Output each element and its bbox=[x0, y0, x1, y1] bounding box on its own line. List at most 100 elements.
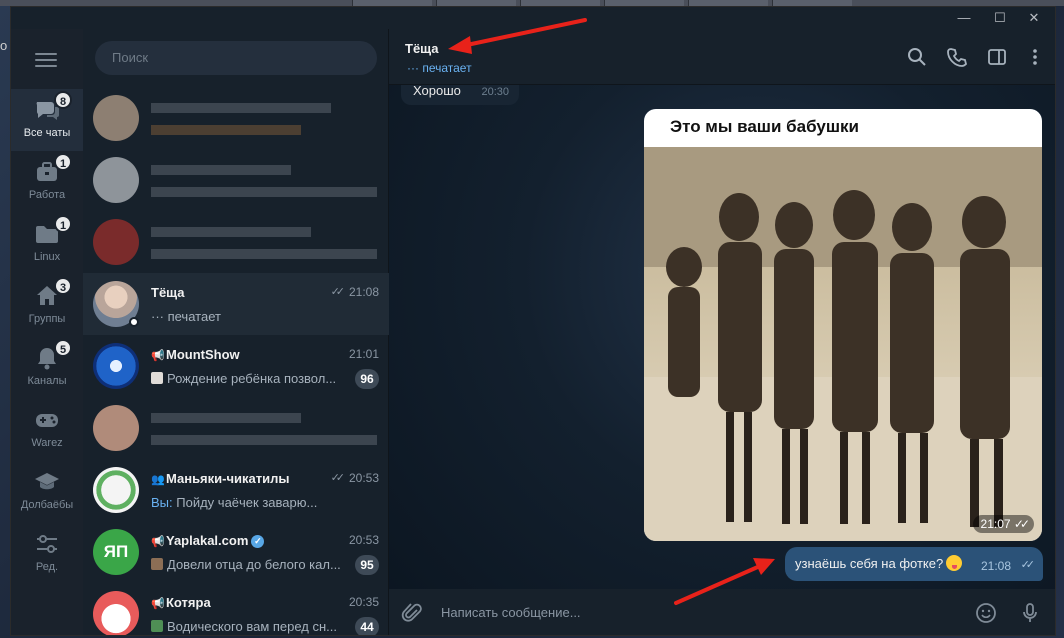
read-ticks-icon: ✓✓ bbox=[330, 472, 346, 484]
minimize-button[interactable]: — bbox=[949, 9, 979, 27]
folders-sidebar: 8 Все чаты 1 Работа 1 Linux 3 Группы 5 К… bbox=[11, 29, 83, 635]
chat-preview: ··· печатает bbox=[151, 309, 221, 324]
close-button[interactable]: ✕ bbox=[1019, 9, 1049, 27]
chat-item-mother-in-law[interactable]: Тёща ✓✓ 21:08 ··· печатает bbox=[83, 273, 389, 335]
menu-icon[interactable] bbox=[35, 53, 57, 67]
phone-icon[interactable] bbox=[947, 47, 967, 67]
folder-badge: 5 bbox=[54, 339, 72, 357]
folder-edit[interactable]: Ред. bbox=[11, 523, 83, 585]
chat-title[interactable]: Тёща bbox=[405, 41, 439, 56]
message-composer: Написать сообщение... bbox=[389, 589, 1055, 635]
chat-time: 20:35 bbox=[348, 595, 379, 609]
list-item-blurred[interactable] bbox=[83, 87, 389, 149]
graduation-cap-icon bbox=[34, 469, 60, 495]
unread-count: 44 bbox=[355, 617, 379, 635]
folder-all-chats[interactable]: 8 Все чаты bbox=[11, 89, 83, 151]
photo-message[interactable]: Это мы ваши бабушки 21:07 ✓✓ bbox=[644, 109, 1042, 541]
chat-name: Тёща bbox=[151, 285, 185, 300]
chat-time: 21:01 bbox=[348, 347, 379, 361]
avatar bbox=[93, 95, 139, 141]
folder-channels[interactable]: 5 Каналы bbox=[11, 337, 83, 399]
chat-name: 📢MountShow bbox=[151, 347, 240, 362]
bell-icon: 5 bbox=[34, 339, 72, 371]
message-input[interactable]: Написать сообщение... bbox=[441, 605, 581, 620]
avatar bbox=[93, 343, 139, 389]
folder-custom[interactable]: Долбаёбы bbox=[11, 461, 83, 523]
list-item-blurred[interactable] bbox=[83, 211, 389, 273]
chat-preview: Довели отца до белого кал... bbox=[151, 557, 351, 572]
unread-count: 96 bbox=[355, 369, 379, 389]
read-ticks-icon: ✓✓ bbox=[1020, 559, 1036, 571]
megaphone-icon: 📢 bbox=[151, 536, 165, 548]
chat-item-yaplakal[interactable]: ЯП 📢Yaplakal.com ✓ 20:53 Довели отца до б… bbox=[83, 521, 389, 583]
gamepad-icon bbox=[34, 407, 60, 433]
chat-header: Тёща ··· печатает bbox=[389, 29, 1055, 85]
folder-label: Ред. bbox=[35, 561, 59, 573]
folder-label: Каналы bbox=[27, 375, 67, 387]
read-ticks-icon: ✓✓ bbox=[330, 286, 346, 298]
chat-item-kotyara[interactable]: 📢Котяра 20:35 Водического вам перед сн..… bbox=[83, 583, 389, 635]
search-input[interactable]: Поиск bbox=[95, 41, 377, 75]
desktop-edge-text: о bbox=[0, 38, 8, 53]
emoji-icon[interactable] bbox=[975, 602, 997, 624]
chat-name: 📢Котяра bbox=[151, 595, 211, 610]
folder-badge: 1 bbox=[54, 215, 72, 233]
microphone-icon[interactable] bbox=[1019, 602, 1041, 624]
outgoing-message[interactable]: узнаёшь себя на фотке? 21:08 ✓✓ bbox=[785, 547, 1043, 581]
folder-warez[interactable]: Warez bbox=[11, 399, 83, 461]
telegram-window: — ☐ ✕ 8 Все чаты 1 Работа 1 Linux 3 Груп… bbox=[10, 6, 1056, 636]
message-time: 21:07 ✓✓ bbox=[972, 515, 1034, 533]
avatar: ЯП bbox=[93, 529, 139, 575]
avatar bbox=[93, 467, 139, 513]
folder-label: Linux bbox=[33, 251, 61, 263]
chat-time: 20:53 bbox=[348, 471, 379, 485]
sidebar-toggle-icon[interactable] bbox=[987, 47, 1007, 67]
paperclip-icon[interactable] bbox=[401, 602, 423, 624]
list-item-blurred[interactable] bbox=[83, 149, 389, 211]
megaphone-icon: 📢 bbox=[151, 350, 165, 362]
avatar bbox=[93, 591, 139, 635]
folder-label: Долбаёбы bbox=[20, 499, 74, 511]
search-icon[interactable] bbox=[907, 47, 927, 67]
media-thumbnail bbox=[151, 558, 163, 570]
message-text: узнаёшь себя на фотке? bbox=[795, 556, 944, 571]
meme-photo[interactable] bbox=[644, 147, 1042, 541]
briefcase-icon: 1 bbox=[34, 153, 72, 185]
avatar bbox=[93, 219, 139, 265]
titlebar: — ☐ ✕ bbox=[11, 7, 1055, 29]
sliders-icon bbox=[34, 531, 60, 557]
maximize-button[interactable]: ☐ bbox=[985, 9, 1015, 27]
folder-label: Warez bbox=[31, 437, 63, 449]
folder-icon: 1 bbox=[34, 215, 72, 247]
conversation-pane: Хорошо 20:30 Это мы ваши бабушки 21:07 ✓… bbox=[389, 29, 1055, 635]
chat-name: 📢Yaplakal.com ✓ bbox=[151, 533, 265, 548]
media-thumbnail bbox=[151, 372, 163, 384]
folder-groups[interactable]: 3 Группы bbox=[11, 275, 83, 337]
megaphone-icon: 📢 bbox=[151, 598, 165, 610]
chat-time: 20:53 bbox=[348, 533, 379, 547]
chat-item-maniacs[interactable]: 👥Маньяки-чикатилы ✓✓ 20:53 Вы: Пойду чаё… bbox=[83, 459, 389, 521]
verified-icon: ✓ bbox=[251, 535, 265, 548]
folder-work[interactable]: 1 Работа bbox=[11, 151, 83, 213]
more-options-icon[interactable] bbox=[1025, 47, 1045, 67]
typing-status: ··· печатает bbox=[407, 61, 472, 75]
folder-linux[interactable]: 1 Linux bbox=[11, 213, 83, 275]
home-icon: 3 bbox=[34, 277, 72, 309]
media-thumbnail bbox=[151, 620, 163, 632]
folder-badge: 1 bbox=[54, 153, 72, 171]
chat-preview: Водического вам перед сн... bbox=[151, 619, 351, 634]
message-time: 20:30 bbox=[481, 86, 509, 98]
chat-item-mountshow[interactable]: 📢MountShow 21:01 Рождение ребёнка позвол… bbox=[83, 335, 389, 397]
chat-list: Поиск Тёща ✓✓ 21:08 ··· печатает 📢MountS… bbox=[83, 29, 389, 635]
message-time: 21:08 bbox=[980, 559, 1011, 573]
message-text: Хорошо bbox=[413, 83, 461, 98]
folder-label: Все чаты bbox=[23, 127, 71, 139]
folder-label: Работа bbox=[28, 189, 66, 201]
list-item-blurred[interactable] bbox=[83, 397, 389, 459]
online-indicator bbox=[129, 317, 139, 327]
avatar bbox=[93, 405, 139, 451]
chat-name: 👥Маньяки-чикатилы bbox=[151, 471, 290, 486]
meme-caption: Это мы ваши бабушки bbox=[644, 109, 1042, 147]
folder-label: Группы bbox=[28, 313, 66, 325]
group-icon: 👥 bbox=[151, 474, 165, 486]
